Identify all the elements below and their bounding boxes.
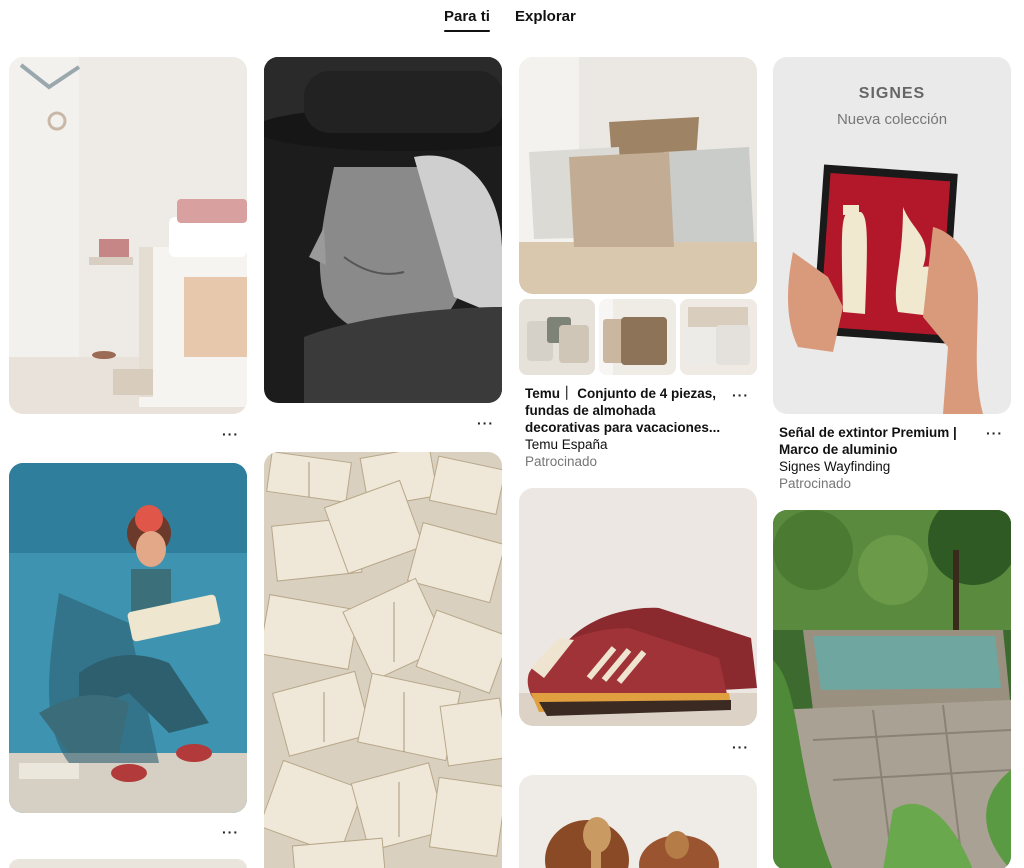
pin-pillows-sponsored: Patrocinado <box>525 454 598 469</box>
tab-explorar[interactable]: Explorar <box>515 8 576 25</box>
pillows-thumb-2-image <box>599 299 676 375</box>
pin-pillows-main[interactable] <box>519 57 757 294</box>
pin-pillows-title[interactable]: Temu｜ Conjunto de 4 piezas, fundas de al… <box>525 385 730 436</box>
pin-sneakers[interactable] <box>519 488 757 726</box>
pin-pillows-title-line-1: Temu｜ Conjunto de 4 piezas, <box>525 386 717 401</box>
pin-portrait[interactable] <box>264 57 502 403</box>
pin-pool-garden[interactable] <box>773 510 1011 868</box>
pin-bowls[interactable] <box>519 775 757 868</box>
pin-signes-title[interactable]: Señal de extintor Premium | Marco de alu… <box>779 424 984 458</box>
pin-signes-info: Señal de extintor Premium | Marco de alu… <box>779 424 984 492</box>
bowls-image <box>519 775 757 868</box>
pillows-thumb-2[interactable] <box>599 299 676 375</box>
tab-para-ti[interactable]: Para ti <box>444 8 490 32</box>
pin-frida-more-button[interactable]: ··· <box>222 825 239 839</box>
pin-partial-col1[interactable] <box>9 859 247 868</box>
feed-tabs: Para ti Explorar <box>0 0 1024 40</box>
pin-signes[interactable]: SIGNES Nueva colección <box>773 57 1011 414</box>
signes-brand-text: SIGNES <box>858 85 926 102</box>
pillows-image <box>519 57 757 294</box>
pin-pillows-more-button[interactable]: ··· <box>732 388 749 402</box>
signes-subtitle-text: Nueva colección <box>836 111 948 128</box>
pillows-thumb-3-image <box>680 299 757 375</box>
pin-sneakers-more-button[interactable]: ··· <box>732 740 749 754</box>
sneakers-image <box>519 488 757 726</box>
pin-bedroom-more-button[interactable]: ··· <box>222 427 239 441</box>
pin-signes-more-button[interactable]: ··· <box>986 426 1003 440</box>
pin-signes-advertiser[interactable]: Signes Wayfinding <box>779 458 984 475</box>
pin-signes-sponsored: Patrocinado <box>779 476 852 491</box>
bedroom-image <box>9 57 247 414</box>
pin-portrait-more-button[interactable]: ··· <box>477 416 494 430</box>
pin-pillows-title-line-2: fundas de almohada <box>525 403 656 418</box>
pin-signes-title-line-2: Marco de aluminio <box>779 442 898 457</box>
pillows-thumb-3[interactable] <box>680 299 757 375</box>
portrait-image <box>264 57 502 403</box>
pin-frida[interactable] <box>9 463 247 813</box>
pillows-thumb-1-image <box>519 299 595 375</box>
pin-pillows-info: Temu｜ Conjunto de 4 piezas, fundas de al… <box>525 385 730 470</box>
pin-signes-title-line-1: Señal de extintor Premium | <box>779 425 957 440</box>
books-image <box>264 452 502 868</box>
pin-pillows-title-line-3: decorativas para vacaciones... <box>525 420 721 435</box>
frida-image <box>9 463 247 813</box>
pool-garden-image <box>773 510 1011 868</box>
pin-bedroom-hooks[interactable] <box>9 57 247 414</box>
pillows-thumb-1[interactable] <box>519 299 595 375</box>
pin-books[interactable] <box>264 452 502 868</box>
pin-pillows-advertiser[interactable]: Temu España <box>525 436 730 453</box>
